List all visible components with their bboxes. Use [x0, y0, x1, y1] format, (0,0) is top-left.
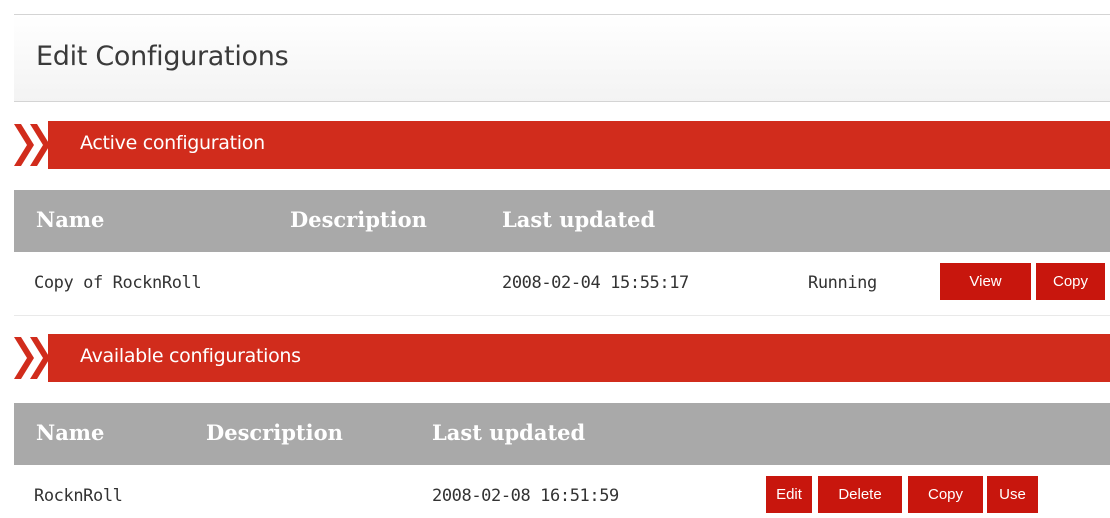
copy-button[interactable]: Copy: [1036, 263, 1105, 300]
column-header-last-updated: Last updated: [502, 207, 656, 232]
column-header-last-updated: Last updated: [432, 420, 586, 445]
column-header-name: Name: [36, 207, 105, 232]
chevron-right-icon: [30, 337, 50, 379]
status-text: Running: [808, 273, 877, 293]
column-header-description: Description: [206, 420, 343, 445]
page-header: Edit Configurations: [14, 14, 1110, 102]
last-updated: 2008-02-04 15:55:17: [502, 273, 689, 293]
config-name: Copy of RocknRoll: [34, 273, 202, 293]
last-updated: 2008-02-08 16:51:59: [432, 486, 619, 506]
section-title: Available configurations: [80, 345, 301, 367]
delete-button[interactable]: Delete: [818, 476, 902, 513]
column-header-name: Name: [36, 420, 105, 445]
column-header-description: Description: [290, 207, 427, 232]
active-configuration-bar: Active configuration: [14, 121, 1110, 169]
table-row: RocknRoll 2008-02-08 16:51:59 Edit Delet…: [14, 465, 1110, 518]
available-configurations-bar: Available configurations: [14, 334, 1110, 382]
view-button[interactable]: View: [940, 263, 1031, 300]
use-button[interactable]: Use: [987, 476, 1038, 513]
table-row: Copy of RocknRoll 2008-02-04 15:55:17 Ru…: [14, 252, 1110, 316]
active-table-header: Name Description Last updated: [14, 190, 1110, 252]
chevron-right-icon: [30, 124, 50, 166]
copy-button[interactable]: Copy: [908, 476, 983, 513]
section-title: Active configuration: [80, 132, 265, 154]
edit-button[interactable]: Edit: [766, 476, 812, 513]
config-name: RocknRoll: [34, 486, 123, 506]
available-table-header: Name Description Last updated: [14, 403, 1110, 465]
page-title: Edit Configurations: [36, 41, 289, 72]
